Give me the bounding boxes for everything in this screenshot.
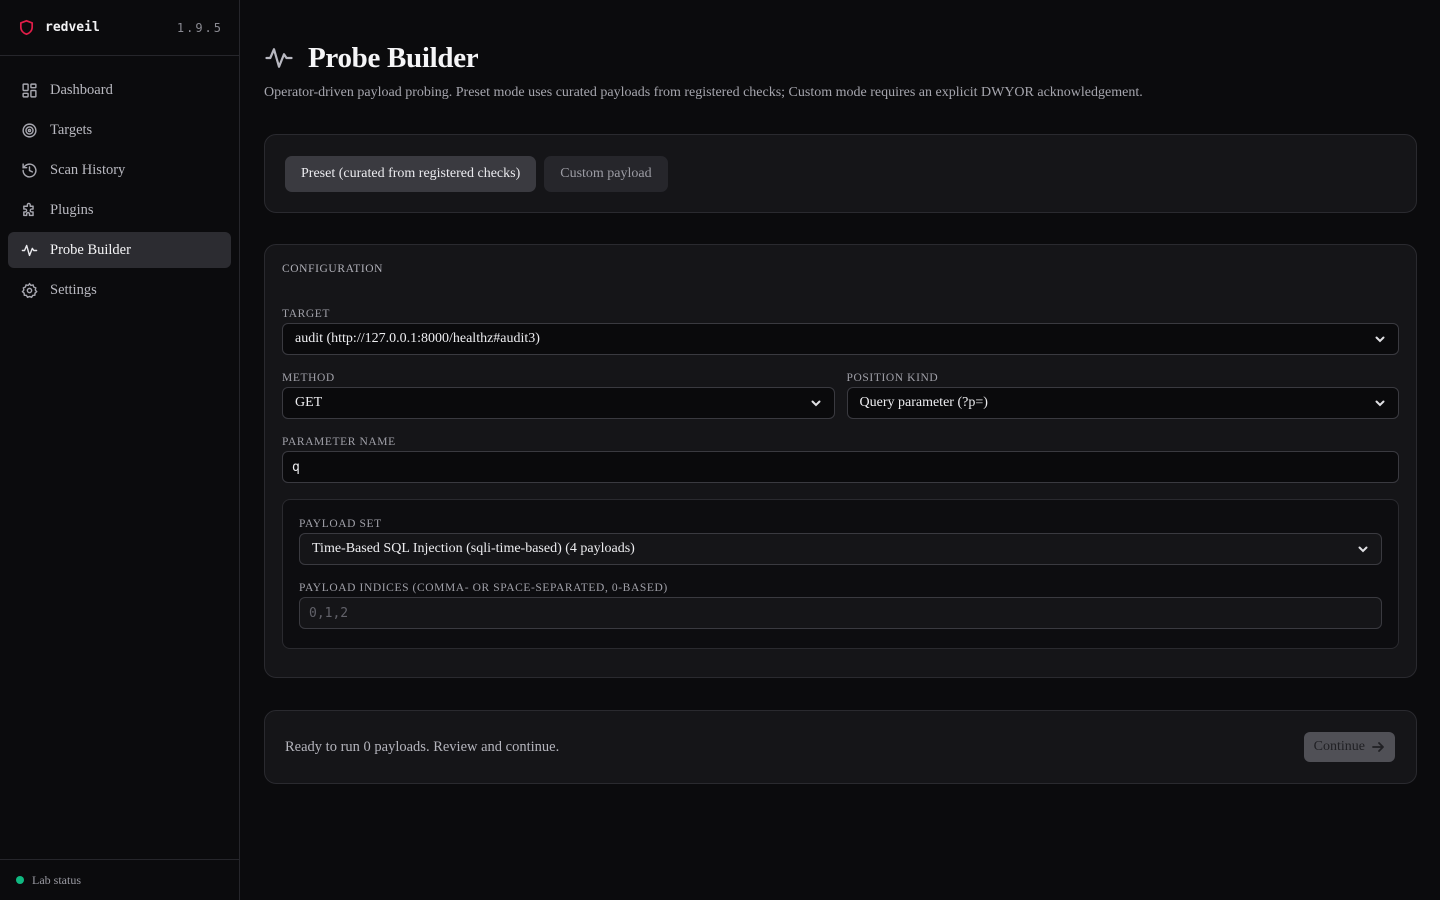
custom-mode-button[interactable]: Custom payload xyxy=(544,155,668,192)
sidebar-item-label: Dashboard xyxy=(50,81,113,98)
method-field: METHOD GET xyxy=(282,372,835,419)
section-title: CONFIGURATION xyxy=(282,263,384,275)
payload-panel: PAYLOAD SET Time-Based SQL Injection (sq… xyxy=(282,499,1399,649)
history-icon xyxy=(20,161,38,179)
waveform-icon xyxy=(264,43,294,73)
payload-set-label: PAYLOAD SET xyxy=(299,518,382,530)
sidebar-item-label: Probe Builder xyxy=(50,241,131,258)
position-kind-label: POSITION KIND xyxy=(846,372,939,384)
sidebar-item-label: Targets xyxy=(50,121,93,138)
target-select[interactable]: audit (http://127.0.0.1:8000/healthz#aud… xyxy=(282,323,1399,355)
brand: redveil 1.9.5 xyxy=(0,0,239,56)
page-header: Probe Builder xyxy=(264,41,1417,75)
shield-logo-icon xyxy=(18,19,35,36)
puzzle-icon xyxy=(20,201,38,219)
method-value: GET xyxy=(295,395,323,410)
configuration-card: CONFIGURATION TARGET audit (http://127.0… xyxy=(264,244,1417,678)
continue-label: Continue xyxy=(1313,739,1365,754)
chevron-down-icon xyxy=(810,397,822,409)
target-field: TARGET audit (http://127.0.0.1:8000/heal… xyxy=(282,308,1399,355)
target-value: audit (http://127.0.0.1:8000/healthz#aud… xyxy=(295,331,540,346)
sidebar-nav: Dashboard Targets Scan History Plugins P… xyxy=(0,56,239,328)
arrow-right-icon xyxy=(1371,740,1385,754)
lab-status-label: Lab status xyxy=(32,872,81,887)
page-title: Probe Builder xyxy=(308,41,479,74)
payload-set-field: PAYLOAD SET Time-Based SQL Injection (sq… xyxy=(299,518,1382,565)
waveform-icon xyxy=(20,241,38,259)
preset-mode-button[interactable]: Preset (curated from registered checks) xyxy=(285,155,537,192)
sidebar-item-label: Plugins xyxy=(50,201,94,218)
sidebar-item-plugins[interactable]: Plugins xyxy=(8,192,231,228)
position-kind-select[interactable]: Query parameter (?p=) xyxy=(846,387,1399,419)
payload-indices-label: PAYLOAD INDICES (COMMA- OR SPACE-SEPARAT… xyxy=(299,582,668,594)
run-status-text: Ready to run 0 payloads. Review and cont… xyxy=(285,738,560,755)
page-description: Operator-driven payload probing. Preset … xyxy=(264,85,1143,100)
chevron-down-icon xyxy=(1374,333,1386,345)
mode-selector: Preset (curated from registered checks) … xyxy=(264,134,1417,213)
method-position-row: METHOD GET POSITION KIND Query parameter… xyxy=(282,372,1399,419)
sidebar-item-scan-history[interactable]: Scan History xyxy=(8,152,231,188)
sidebar-item-label: Scan History xyxy=(50,161,126,178)
sidebar-item-label: Settings xyxy=(50,281,97,298)
run-summary-card: Ready to run 0 payloads. Review and cont… xyxy=(264,710,1417,784)
app-name: redveil xyxy=(45,20,100,35)
sidebar-item-probe-builder[interactable]: Probe Builder xyxy=(8,232,231,268)
target-label: TARGET xyxy=(282,308,331,320)
status-dot-icon xyxy=(16,876,24,884)
parameter-name-label: PARAMETER NAME xyxy=(282,436,396,448)
lab-status[interactable]: Lab status xyxy=(0,859,239,900)
position-kind-value: Query parameter (?p=) xyxy=(859,395,988,410)
payload-set-select[interactable]: Time-Based SQL Injection (sqli-time-base… xyxy=(299,533,1382,565)
dashboard-icon xyxy=(20,81,38,99)
chevron-down-icon xyxy=(1374,397,1386,409)
method-select[interactable]: GET xyxy=(282,387,835,419)
parameter-name-field: PARAMETER NAME q xyxy=(282,436,1399,483)
main-content: Probe Builder Operator-driven payload pr… xyxy=(264,0,1417,784)
sidebar: redveil 1.9.5 Dashboard Targets Scan His… xyxy=(0,0,240,900)
parameter-name-input[interactable]: q xyxy=(282,451,1399,483)
payload-set-value: Time-Based SQL Injection (sqli-time-base… xyxy=(312,541,635,556)
continue-button[interactable]: Continue xyxy=(1303,732,1395,762)
app-version: 1.9.5 xyxy=(176,20,223,35)
chevron-down-icon xyxy=(1357,543,1369,555)
payload-indices-input[interactable]: 0,1,2 xyxy=(299,597,1382,629)
position-kind-field: POSITION KIND Query parameter (?p=) xyxy=(846,372,1399,419)
sidebar-item-dashboard[interactable]: Dashboard xyxy=(8,72,231,108)
sidebar-item-settings[interactable]: Settings xyxy=(8,272,231,308)
target-icon xyxy=(20,121,38,139)
gear-icon xyxy=(20,281,38,299)
payload-indices-field: PAYLOAD INDICES (COMMA- OR SPACE-SEPARAT… xyxy=(299,582,1382,629)
method-label: METHOD xyxy=(282,372,335,384)
sidebar-item-targets[interactable]: Targets xyxy=(8,112,231,148)
